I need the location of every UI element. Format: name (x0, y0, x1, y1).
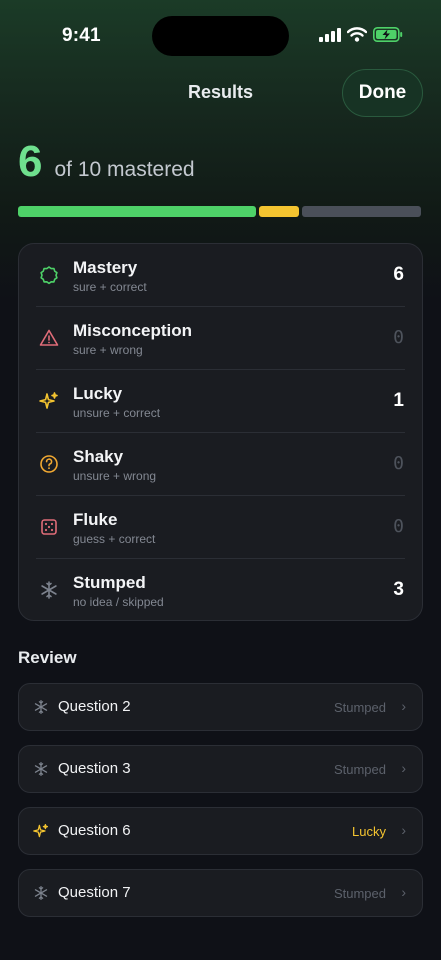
snowflake-icon (33, 761, 49, 777)
category-subtitle: guess + correct (73, 532, 156, 546)
chevron-right-icon: › (401, 822, 406, 838)
progress-segment-mastered (18, 206, 257, 217)
review-item[interactable]: Question 3 Stumped › (18, 745, 423, 793)
category-count: 6 (393, 264, 404, 285)
wifi-icon (347, 27, 367, 42)
category-row-lucky: Lucky unsure + correct 1 (19, 370, 422, 433)
status-bar: 9:41 (0, 0, 441, 70)
category-row-mastery: Mastery sure + correct 6 (19, 244, 422, 307)
mastery-progress-bar (18, 206, 421, 217)
category-subtitle: unsure + correct (73, 406, 161, 420)
category-count: 0 (393, 516, 404, 537)
review-item-title: Question 3 (58, 760, 131, 777)
review-item-tag: Stumped (333, 886, 386, 901)
category-count: 0 (393, 453, 404, 474)
category-count: 0 (393, 327, 404, 348)
category-title: Fluke (73, 510, 118, 529)
review-item-title: Question 6 (58, 822, 131, 839)
category-row-fluke: Fluke guess + correct 0 (19, 496, 422, 559)
category-subtitle: sure + correct (73, 280, 147, 294)
category-row-misconception: Misconception sure + wrong 0 (19, 307, 422, 370)
category-breakdown-card: Mastery sure + correct 6 Misconception sure … (18, 243, 423, 621)
snowflake-icon (39, 580, 59, 600)
score-summary: 6 of 10 mastered (18, 140, 195, 184)
review-item-title: Question 7 (58, 884, 131, 901)
sparkles-icon (39, 391, 59, 411)
review-item-tag: Stumped (333, 700, 386, 715)
status-time: 9:41 (62, 25, 101, 46)
chevron-right-icon: › (401, 698, 406, 714)
category-title: Mastery (73, 258, 138, 277)
mastered-count: 6 (18, 137, 43, 186)
review-item[interactable]: Question 6 Lucky › (18, 807, 423, 855)
review-item-title: Question 2 (58, 698, 131, 715)
category-title: Misconception (73, 321, 193, 340)
category-count: 1 (393, 390, 404, 411)
review-item-tag: Stumped (333, 762, 386, 777)
category-row-shaky: Shaky unsure + wrong 0 (19, 433, 422, 496)
results-screen: 9:41 Results Done 6 of 10 mastered Maste… (0, 0, 441, 960)
snowflake-icon (33, 885, 49, 901)
review-item-tag: Lucky (352, 824, 386, 839)
review-item[interactable]: Question 7 Stumped › (18, 869, 423, 917)
review-item[interactable]: Question 2 Stumped › (18, 683, 423, 731)
mastered-label: of 10 mastered (54, 158, 195, 181)
done-button[interactable]: Done (342, 69, 423, 117)
battery-charging-icon (373, 27, 403, 42)
category-title: Stumped (73, 573, 146, 592)
category-subtitle: unsure + wrong (73, 469, 157, 483)
status-icons (319, 27, 403, 42)
category-row-stumped: Stumped no idea / skipped 3 (19, 559, 422, 622)
dice-icon (39, 517, 59, 537)
mastery-badge-icon (39, 265, 59, 285)
sparkles-icon (33, 823, 49, 839)
chevron-right-icon: › (401, 760, 406, 776)
category-subtitle: no idea / skipped (73, 595, 164, 609)
chevron-right-icon: › (401, 884, 406, 900)
progress-segment-remaining (301, 206, 421, 217)
review-heading: Review (18, 648, 77, 667)
progress-segment-lucky (259, 206, 299, 217)
snowflake-icon (33, 699, 49, 715)
warning-triangle-icon (39, 328, 59, 348)
category-count: 3 (393, 579, 404, 600)
category-title: Shaky (73, 447, 124, 466)
category-subtitle: sure + wrong (73, 343, 143, 357)
question-circle-icon (39, 454, 59, 474)
category-title: Lucky (73, 384, 123, 403)
cellular-signal-icon (319, 27, 341, 42)
dynamic-island (152, 16, 289, 56)
